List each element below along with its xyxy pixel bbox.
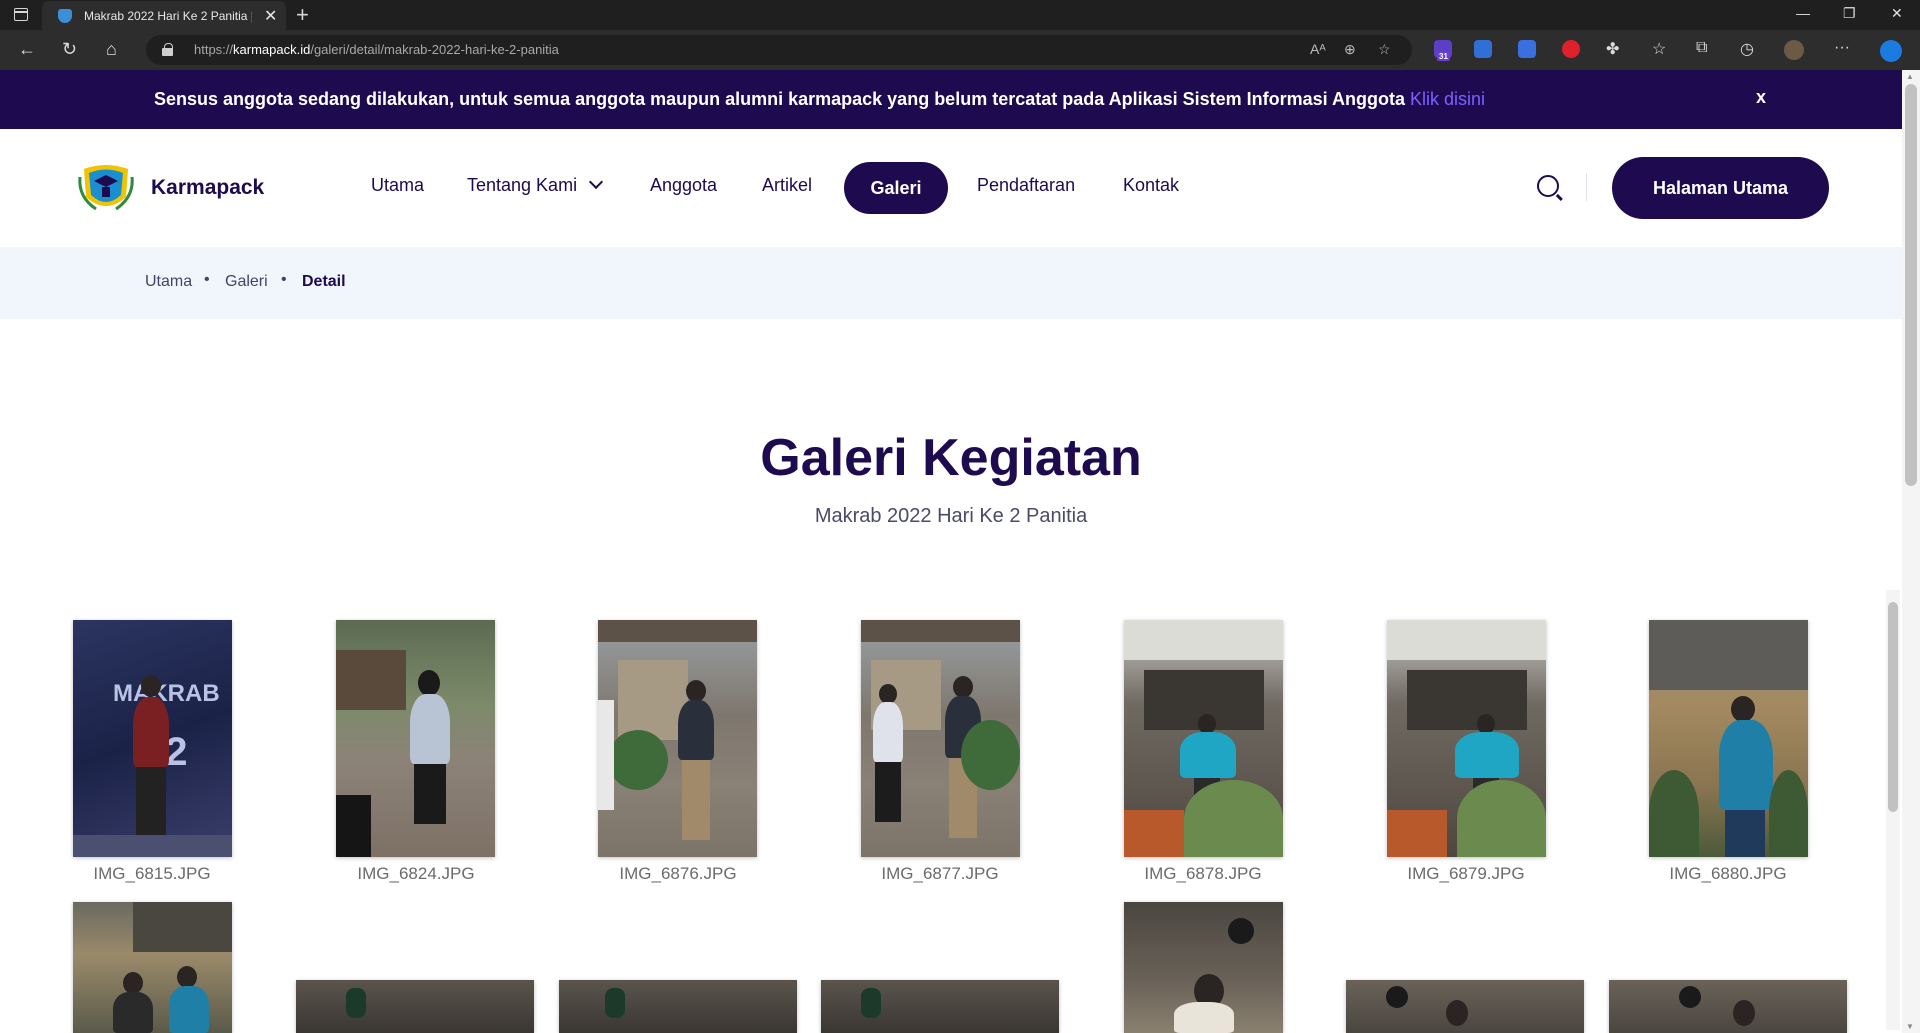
more-menu-icon[interactable]: ···: [1834, 39, 1850, 57]
page-subtitle: Makrab 2022 Hari Ke 2 Panitia: [814, 505, 1088, 527]
brand-name[interactable]: Karmapack: [151, 176, 264, 200]
gallery-photo[interactable]: [1387, 620, 1546, 857]
header-divider: [1586, 173, 1587, 201]
collections-icon[interactable]: ⧉: [1696, 39, 1707, 57]
scroll-up-icon[interactable]: ▲: [1906, 72, 1914, 81]
gallery-photo[interactable]: MAKRAB 22: [73, 620, 232, 857]
breadcrumb-separator: •: [281, 271, 287, 288]
read-aloud-icon[interactable]: Aᴬ: [1310, 41, 1326, 57]
bookmark-extension-icon[interactable]: [1518, 40, 1536, 58]
translate-extension-icon[interactable]: [1474, 40, 1492, 58]
scroll-down-icon[interactable]: ▼: [1906, 1022, 1914, 1031]
announcement-text: Sensus anggota sedang dilakukan, untuk s…: [154, 89, 1485, 109]
gallery-photo[interactable]: [336, 620, 495, 857]
back-icon[interactable]: ←: [18, 39, 36, 60]
gallery-photo[interactable]: [1124, 902, 1283, 1033]
nav-galeri[interactable]: Galeri: [844, 162, 948, 214]
nav-artikel[interactable]: Artikel: [762, 175, 812, 196]
nav-utama[interactable]: Utama: [371, 175, 424, 196]
refresh-icon[interactable]: ↻: [62, 39, 77, 60]
announcement-close-button[interactable]: x: [1756, 87, 1766, 108]
breadcrumb-separator: •: [204, 271, 210, 288]
favorites-icon[interactable]: ☆: [1652, 39, 1666, 59]
gallery-photo[interactable]: [1609, 980, 1847, 1033]
nav-tentang-kami-label: Tentang Kami: [467, 175, 578, 195]
bing-copilot-icon[interactable]: [1880, 40, 1902, 62]
gallery-photo[interactable]: [861, 620, 1020, 857]
extension-badge: 31: [1437, 52, 1450, 61]
gallery-photo[interactable]: [1124, 620, 1283, 857]
site-header: Karmapack Utama Tentang Kami Anggota Art…: [0, 129, 1902, 247]
page-title: Galeri Kegiatan: [760, 429, 1142, 487]
gallery-caption: IMG_6878.JPG: [1144, 864, 1262, 883]
red-extension-icon[interactable]: [1562, 40, 1580, 58]
gallery-photo[interactable]: [296, 980, 534, 1033]
nav-kontak[interactable]: Kontak: [1123, 175, 1179, 196]
announcement-bar: Sensus anggota sedang dilakukan, untuk s…: [0, 70, 1902, 129]
browser-toolbar: ← ↻ ⌂ https://karmapack.id/galeri/detail…: [0, 30, 1920, 70]
gallery-photo[interactable]: [821, 980, 1059, 1033]
breadcrumb: Utama • Galeri • Detail: [0, 247, 1902, 319]
breadcrumb-detail: Detail: [302, 273, 346, 290]
site-favicon-icon: [58, 9, 72, 23]
profile-avatar[interactable]: [1784, 40, 1804, 60]
gallery-caption: IMG_6815.JPG: [93, 864, 211, 883]
breadcrumb-utama[interactable]: Utama: [145, 273, 192, 291]
breadcrumb-galeri[interactable]: Galeri: [225, 273, 268, 291]
browser-tab[interactable]: Makrab 2022 Hari Ke 2 Panitia | K ✕: [42, 1, 286, 30]
gallery-photo[interactable]: [73, 902, 232, 1033]
tab-title: Makrab 2022 Hari Ke 2 Panitia | K: [84, 9, 252, 23]
lock-icon[interactable]: [162, 43, 173, 56]
browser-tab-bar: Makrab 2022 Hari Ke 2 Panitia | K ✕ + — …: [0, 0, 1920, 30]
nav-pendaftaran[interactable]: Pendaftaran: [977, 175, 1075, 196]
nav-anggota[interactable]: Anggota: [650, 175, 717, 196]
gallery-caption: IMG_6879.JPG: [1407, 864, 1525, 883]
url-text: https://karmapack.id/galeri/detail/makra…: [194, 42, 559, 57]
gallery-caption: IMG_6880.JPG: [1669, 864, 1787, 883]
new-tab-icon[interactable]: +: [296, 2, 309, 28]
nav-tentang-kami[interactable]: Tentang Kami: [467, 174, 604, 196]
home-icon[interactable]: ⌂: [106, 39, 117, 60]
search-icon[interactable]: [1537, 175, 1559, 197]
announcement-link[interactable]: Klik disini: [1410, 89, 1485, 109]
history-icon[interactable]: ◷: [1740, 39, 1754, 59]
halaman-utama-button[interactable]: Halaman Utama: [1612, 157, 1829, 219]
chevron-down-icon: [589, 174, 604, 190]
page-scrollbar-thumb[interactable]: [1905, 84, 1917, 486]
restore-icon[interactable]: ❐: [1843, 5, 1856, 22]
karmapack-logo[interactable]: [76, 157, 136, 217]
tab-actions-icon[interactable]: [14, 8, 28, 21]
gallery-photo[interactable]: [1649, 620, 1808, 857]
gallery-caption: IMG_6824.JPG: [357, 864, 475, 883]
gallery-caption: IMG_6876.JPG: [619, 864, 737, 883]
gallery-caption: IMG_6877.JPG: [881, 864, 999, 883]
window-close-icon[interactable]: ✕: [1891, 5, 1903, 22]
minimize-icon[interactable]: —: [1796, 5, 1810, 21]
favorite-add-icon[interactable]: ☆: [1378, 41, 1391, 58]
extensions-icon[interactable]: ✤: [1606, 39, 1619, 59]
address-bar[interactable]: https://karmapack.id/galeri/detail/makra…: [146, 35, 1412, 65]
zoom-icon[interactable]: ⊕: [1344, 41, 1356, 58]
gallery-scrollbar-thumb[interactable]: [1888, 602, 1898, 812]
tab-close-icon[interactable]: ✕: [264, 6, 277, 26]
gallery-photo[interactable]: [1346, 980, 1584, 1033]
gallery-photo[interactable]: [559, 980, 797, 1033]
gallery-photo[interactable]: [598, 620, 757, 857]
